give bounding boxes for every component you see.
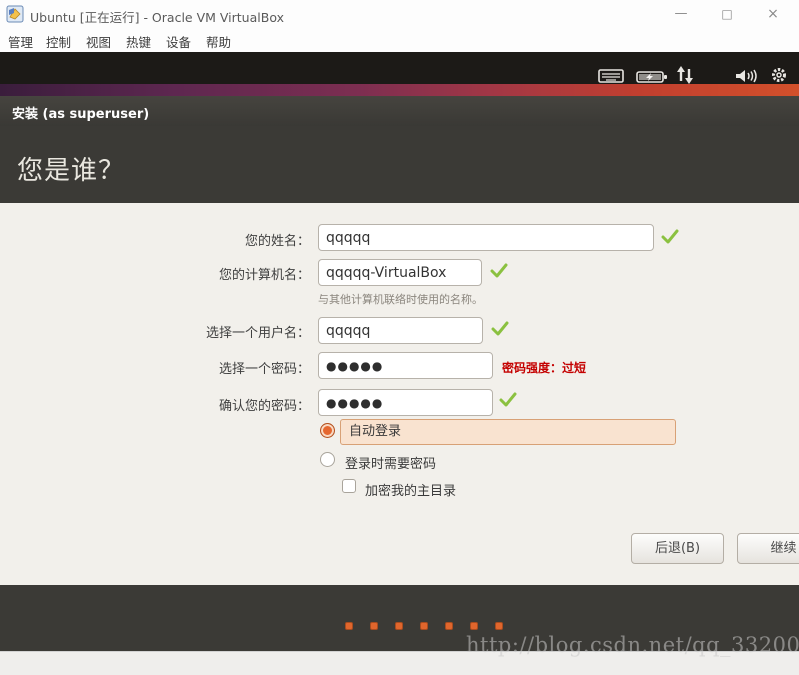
installer-window-title: 安装 (as superuser) bbox=[12, 107, 150, 122]
menubar: 管理 控制 视图 热键 设备 帮助 bbox=[0, 28, 799, 52]
progress-dot bbox=[370, 622, 378, 630]
menu-view[interactable]: 视图 bbox=[86, 32, 111, 51]
confirm-valid-check-icon bbox=[499, 392, 517, 407]
page-title: 您是谁？ bbox=[17, 156, 126, 186]
desktop-wallpaper bbox=[0, 84, 799, 96]
hostname-hint: 与其他计算机联络时使用的名称。 bbox=[318, 293, 483, 306]
window-title: Ubuntu [正在运行] - Oracle VM VirtualBox bbox=[30, 10, 284, 25]
require-password-label[interactable]: 登录时需要密码 bbox=[345, 453, 436, 472]
hostname-valid-check-icon bbox=[490, 263, 508, 278]
username-input[interactable] bbox=[318, 317, 483, 344]
hostname-label: 您的计算机名： bbox=[218, 268, 310, 283]
name-valid-check-icon bbox=[661, 229, 679, 244]
confirm-password-label: 确认您的密码： bbox=[218, 399, 310, 414]
progress-dot bbox=[420, 622, 428, 630]
name-label: 您的姓名： bbox=[244, 234, 310, 249]
installer-titlebar: 安装 (as superuser) bbox=[0, 96, 799, 126]
menu-control[interactable]: 控制 bbox=[46, 32, 71, 51]
unity-top-panel: En bbox=[0, 52, 799, 130]
installer-header: 您是谁？ bbox=[0, 126, 799, 203]
close-button[interactable]: × bbox=[751, 0, 795, 28]
progress-dot bbox=[395, 622, 403, 630]
require-password-radio[interactable] bbox=[320, 452, 335, 467]
username-valid-check-icon bbox=[491, 321, 509, 336]
maximize-button[interactable]: □ bbox=[705, 0, 749, 28]
confirm-password-input[interactable] bbox=[318, 389, 493, 416]
progress-dot bbox=[445, 622, 453, 630]
encrypt-home-label[interactable]: 加密我的主目录 bbox=[365, 480, 456, 499]
continue-button[interactable]: 继续 bbox=[737, 533, 799, 564]
auto-login-label[interactable]: 自动登录 bbox=[340, 419, 676, 445]
menu-help[interactable]: 帮助 bbox=[206, 32, 231, 51]
watermark: http://blog.csdn.net/qq_33200967 bbox=[466, 633, 799, 657]
back-button[interactable]: 后退(B) bbox=[631, 533, 724, 564]
titlebar: Ubuntu [正在运行] - Oracle VM VirtualBox — □… bbox=[0, 0, 799, 28]
password-input[interactable] bbox=[318, 352, 493, 379]
hostname-input[interactable] bbox=[318, 259, 482, 286]
password-strength-warning: 密码强度：过短 bbox=[502, 361, 587, 375]
password-label: 选择一个密码： bbox=[218, 362, 310, 377]
menu-hotkeys[interactable]: 热键 bbox=[126, 32, 151, 51]
virtualbox-logo-icon bbox=[6, 5, 24, 23]
progress-dot bbox=[495, 622, 503, 630]
virtualbox-window: Ubuntu [正在运行] - Oracle VM VirtualBox — □… bbox=[0, 0, 799, 675]
progress-dot bbox=[470, 622, 478, 630]
progress-dots bbox=[345, 622, 503, 630]
encrypt-home-checkbox[interactable] bbox=[342, 479, 356, 493]
auto-login-radio[interactable] bbox=[320, 423, 335, 438]
menu-devices[interactable]: 设备 bbox=[166, 32, 191, 51]
name-input[interactable] bbox=[318, 224, 654, 251]
username-label: 选择一个用户名： bbox=[205, 326, 310, 341]
menu-machine[interactable]: 管理 bbox=[8, 32, 33, 51]
minimize-button[interactable]: — bbox=[659, 0, 703, 28]
progress-dot bbox=[345, 622, 353, 630]
